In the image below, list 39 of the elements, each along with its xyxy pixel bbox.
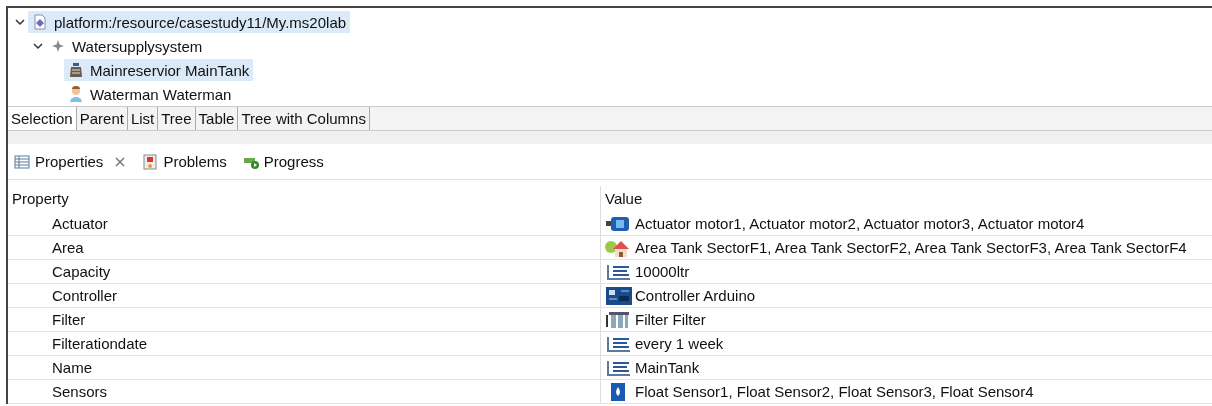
property-cell: Capacity [8,260,600,284]
property-cell: Actuator [8,212,600,236]
value-cell: Filter Filter [635,311,706,328]
view-tab[interactable]: Problems [140,151,229,173]
tree-item[interactable]: Waterman Waterman [64,83,236,105]
tree-item[interactable]: Mainreservior MainTank [64,59,254,81]
value-cell: 10000ltr [635,263,690,280]
tank-icon [68,62,84,78]
text-lines-icon [605,334,633,353]
circuit-board-icon [605,286,633,305]
model-file-icon [32,14,48,30]
property-cell: Name [8,356,600,380]
tab[interactable]: Tree [158,107,196,130]
property-cell: Area [8,236,600,260]
table-icon [14,153,30,170]
problems-icon [142,153,159,170]
column-header[interactable]: Value [600,186,1212,212]
column-header[interactable]: Property [8,186,600,212]
value-cell: MainTank [635,359,700,376]
tab[interactable]: Selection [8,107,77,130]
property-cell: Sensors [8,380,600,404]
text-lines-icon [605,262,633,281]
tree-item[interactable]: platform:/resource/casestudy11/My.ms20lab [28,11,351,33]
tab[interactable]: Table [195,107,239,130]
property-cell: Filter [8,308,600,332]
view-tab[interactable]: Properties [12,151,129,173]
tree-item[interactable]: Watersupplysystem [46,35,207,57]
value-cell: Actuator motor1, Actuator motor2, Actuator motor3, Actuator motor4 [635,215,1085,232]
property-cell: Filterationdate [8,332,600,356]
close-icon[interactable] [114,155,127,168]
value-cell: Area Tank SectorF1, Area Tank SectorF2, Area Tank SectorF3, Area Tank SectorF4 [635,239,1187,256]
value-cell: Controller Arduino [635,287,756,304]
value-cell: every 1 week [635,335,724,352]
person-icon [68,86,84,102]
property-cell: Controller [8,284,600,308]
text-lines-icon [605,358,633,377]
tab[interactable]: Tree with Columns [238,107,370,130]
value-cell: Float Sensor1, Float Sensor2, Float Sensor3, Float Sensor4 [635,383,1034,400]
view-tab[interactable]: Progress [240,151,326,173]
